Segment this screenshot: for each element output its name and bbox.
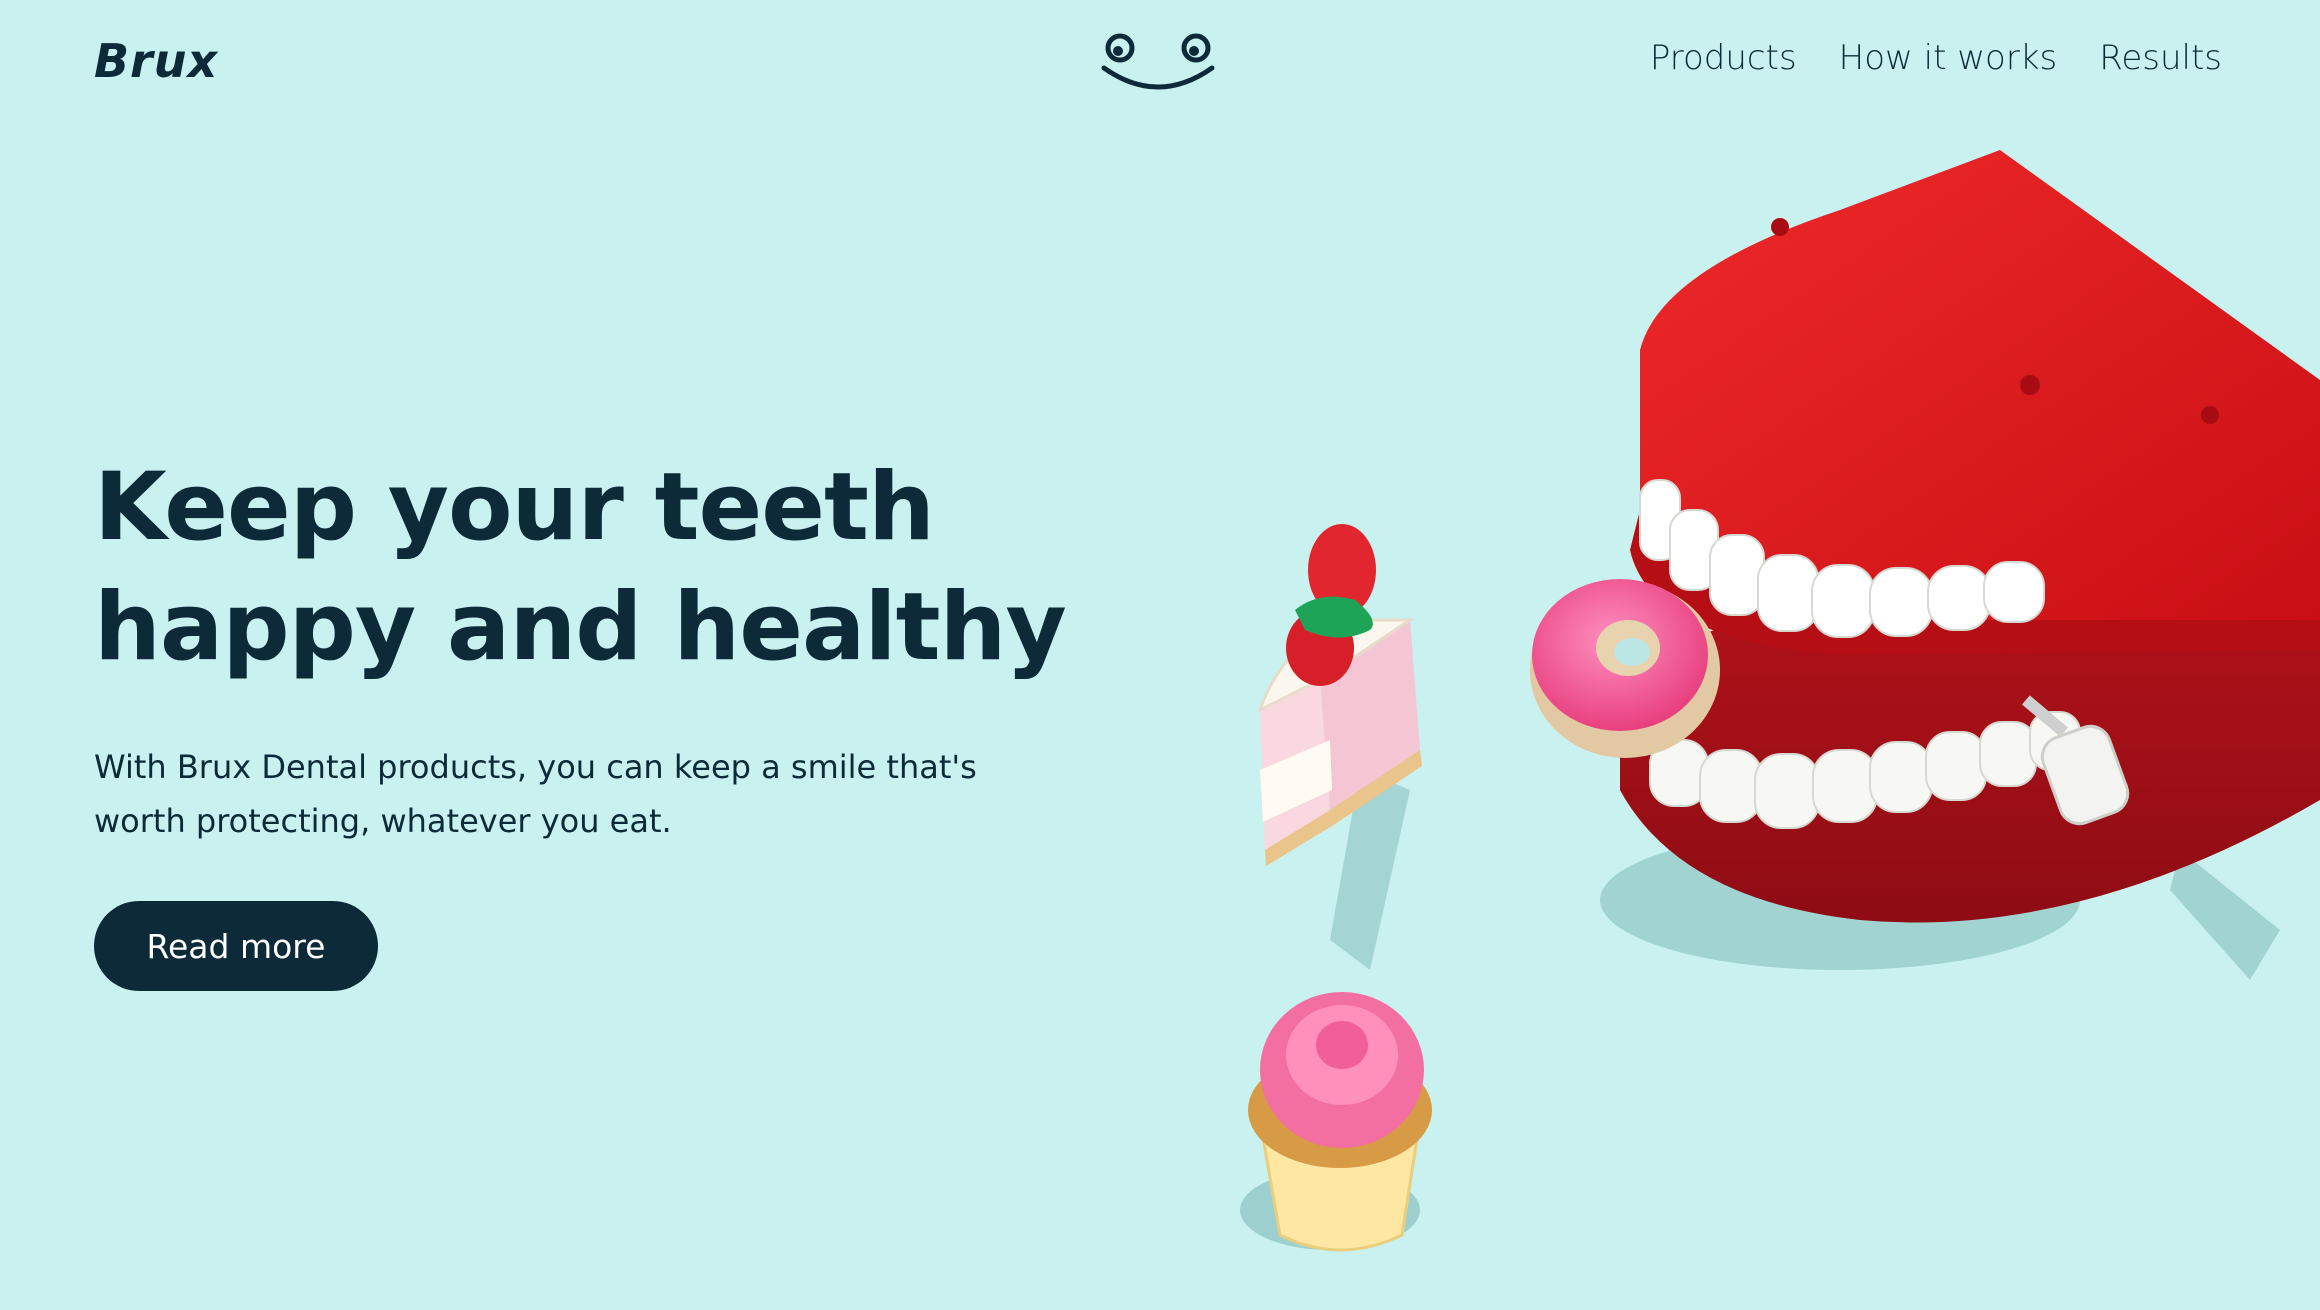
read-more-button[interactable]: Read more	[94, 901, 378, 991]
hero-image-wind-up-teeth-with-sweets	[1240, 150, 2320, 1252]
nav-link-products[interactable]: Products	[1650, 38, 1797, 78]
nav-link-how-it-works[interactable]: How it works	[1839, 38, 2058, 78]
main-nav: Products How it works Results	[1650, 38, 2222, 78]
hero-description-line-1: With Brux Dental products, you can keep …	[94, 748, 977, 786]
nav-link-results[interactable]: Results	[2099, 38, 2222, 78]
hero-headline: Keep your teeth happy and healthy	[94, 448, 1094, 688]
hero-headline-line-1: Keep your teeth	[94, 453, 935, 562]
brand-logo[interactable]: Brux	[94, 34, 218, 88]
smiley-mascot-icon	[1101, 33, 1215, 90]
hero-description: With Brux Dental products, you can keep …	[94, 740, 1054, 848]
hero-headline-line-2: happy and healthy	[94, 573, 1067, 682]
hero-description-line-2: worth protecting, whatever you eat.	[94, 802, 672, 840]
